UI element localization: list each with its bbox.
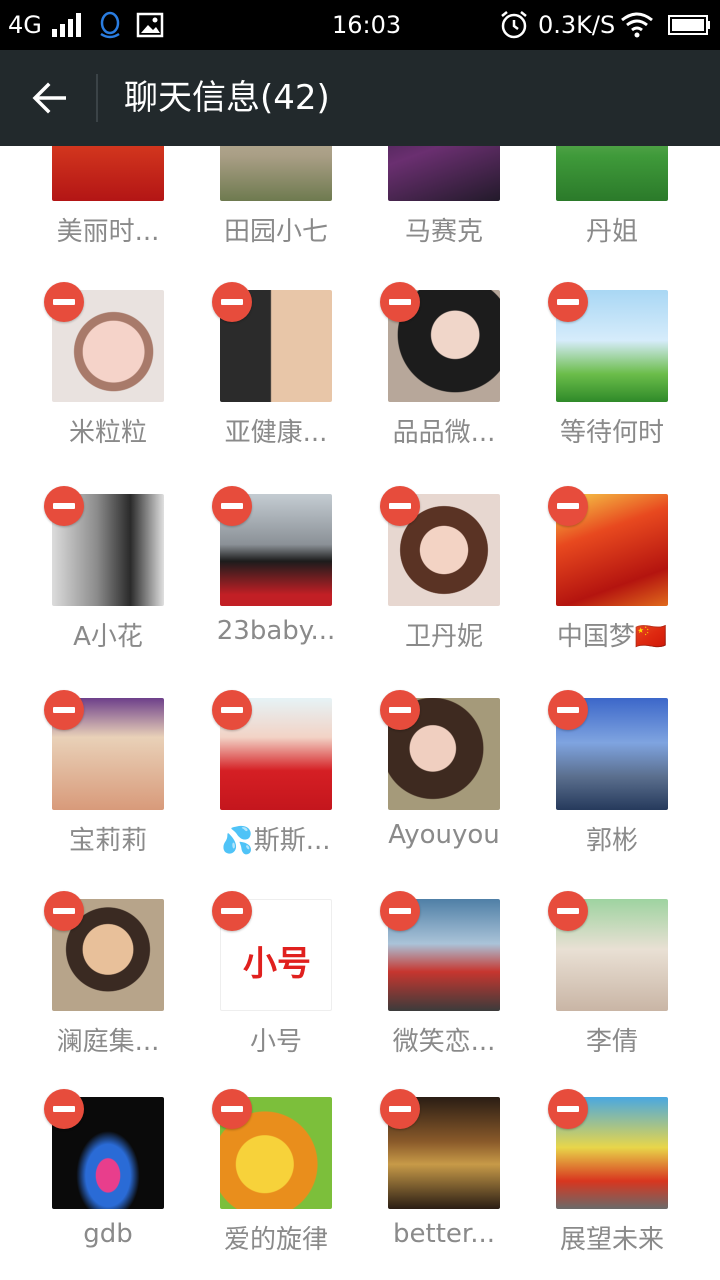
battery-icon	[668, 0, 712, 50]
remove-member-button[interactable]	[380, 690, 420, 730]
remove-member-button[interactable]	[212, 282, 252, 322]
member-name: 米粒粒	[68, 418, 147, 448]
remove-member-button[interactable]	[212, 486, 252, 526]
member-name: 美丽时...	[56, 217, 160, 247]
network-speed: 0.3K/S	[538, 11, 616, 39]
member-name: 爱的旋律	[223, 1225, 328, 1255]
remove-member-button[interactable]	[548, 1089, 588, 1129]
remove-member-button[interactable]	[212, 891, 252, 931]
member-name: 23baby...	[216, 616, 336, 646]
member-name: better...	[393, 1219, 495, 1249]
member-name: 微笑恋...	[392, 1027, 496, 1057]
member-name: 田园小七	[223, 217, 328, 247]
member-name: 宝莉莉	[68, 826, 147, 856]
remove-member-button[interactable]	[44, 1089, 84, 1129]
remove-member-button[interactable]	[380, 1089, 420, 1129]
member-name: 小号	[249, 1027, 302, 1057]
alarm-icon	[498, 0, 530, 50]
remove-member-button[interactable]	[44, 891, 84, 931]
member-avatar[interactable]	[52, 146, 164, 201]
remove-member-button[interactable]	[212, 1089, 252, 1129]
remove-member-button[interactable]	[212, 690, 252, 730]
signal-icon	[52, 0, 82, 50]
remove-member-button[interactable]	[548, 891, 588, 931]
remove-member-button[interactable]	[380, 282, 420, 322]
member-name: 展望未来	[559, 1225, 664, 1255]
member-name: 李倩	[585, 1027, 638, 1057]
title-bar: 聊天信息(42)	[0, 50, 720, 146]
member-name: 丹姐	[585, 217, 638, 247]
member-name: 澜庭集...	[56, 1027, 160, 1057]
title-divider	[96, 74, 98, 122]
remove-member-button[interactable]	[380, 891, 420, 931]
remove-member-button[interactable]	[380, 486, 420, 526]
member-name: 马赛克	[404, 217, 483, 247]
remove-member-button[interactable]	[44, 282, 84, 322]
network-type: 4G	[8, 11, 42, 39]
member-avatar[interactable]	[220, 146, 332, 201]
wifi-icon	[620, 0, 654, 50]
remove-member-button[interactable]	[548, 690, 588, 730]
member-name: 郭彬	[585, 826, 638, 856]
status-bar: 4G 16:03 0.3K/S	[0, 0, 720, 50]
member-name: Ayouyou	[388, 820, 500, 850]
remove-member-button[interactable]	[44, 690, 84, 730]
member-avatar[interactable]	[556, 146, 668, 201]
back-button[interactable]	[20, 68, 80, 128]
gallery-icon	[136, 0, 164, 50]
member-name: 等待何时	[559, 418, 664, 448]
member-name: 卫丹妮	[404, 622, 483, 652]
member-name: 品品微...	[392, 418, 496, 448]
member-grid: 美丽时... 田园小七 马赛克 丹姐 米粒粒 亚健康... 品品微... 等待何…	[0, 146, 720, 1280]
back-arrow-icon	[32, 82, 66, 114]
clock-time: 16:03	[332, 11, 402, 39]
member-name: gdb	[83, 1219, 133, 1249]
remove-member-button[interactable]	[44, 486, 84, 526]
member-avatar[interactable]	[388, 146, 500, 201]
remove-member-button[interactable]	[548, 486, 588, 526]
qq-icon	[96, 0, 124, 50]
member-name: 亚健康...	[224, 418, 328, 448]
member-name: 中国梦🇨🇳	[556, 622, 668, 652]
remove-member-button[interactable]	[548, 282, 588, 322]
page-title: 聊天信息(42)	[124, 78, 330, 118]
avatar-text: 小号	[243, 944, 311, 984]
member-name: A小花	[73, 622, 143, 652]
member-name: 💦斯斯...	[221, 826, 331, 856]
